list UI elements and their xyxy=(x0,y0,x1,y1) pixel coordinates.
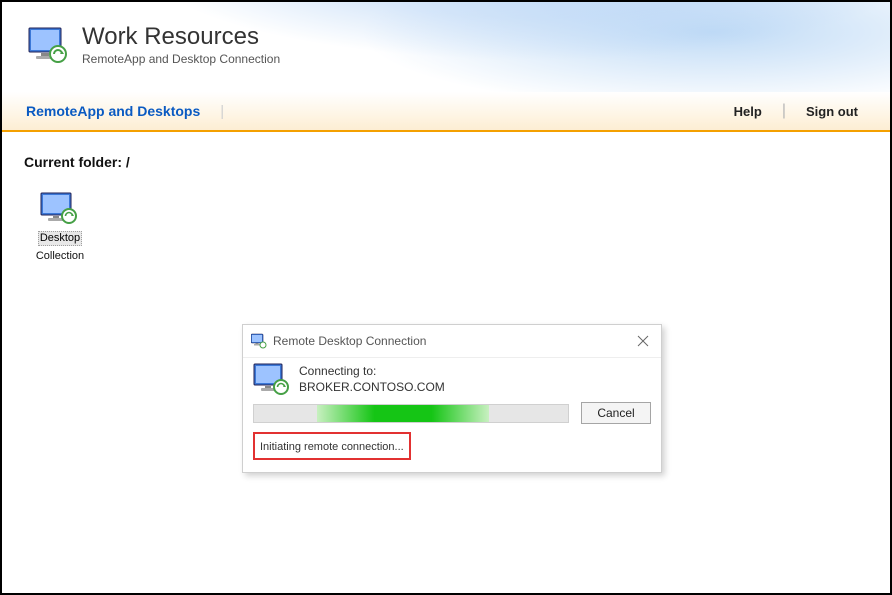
page-subtitle: RemoteApp and Desktop Connection xyxy=(82,52,280,66)
dialog-title: Remote Desktop Connection xyxy=(273,334,633,348)
cancel-button[interactable]: Cancel xyxy=(581,402,651,424)
close-icon[interactable] xyxy=(633,331,653,351)
window-frame: Work Resources RemoteApp and Desktop Con… xyxy=(0,0,892,595)
dialog-body: Connecting to: BROKER.CONTOSO.COM Cancel… xyxy=(243,357,661,472)
rdc-dialog: Remote Desktop Connection xyxy=(242,324,662,473)
nav-divider: | xyxy=(220,103,224,120)
rdc-small-icon xyxy=(251,333,267,349)
banner-titles: Work Resources RemoteApp and Desktop Con… xyxy=(82,24,280,66)
status-text: Initiating remote connection... xyxy=(260,441,404,453)
nav-right: Help | Sign out xyxy=(728,102,864,120)
progress-bar xyxy=(253,404,569,423)
banner-content: Work Resources RemoteApp and Desktop Con… xyxy=(2,2,890,66)
nav-bar: RemoteApp and Desktops | Help | Sign out xyxy=(2,92,890,132)
nav-left: RemoteApp and Desktops | xyxy=(20,103,728,120)
rdc-large-icon xyxy=(253,362,291,396)
connecting-to-target: BROKER.CONTOSO.COM xyxy=(299,380,651,396)
item-label-line1: Desktop xyxy=(38,231,82,246)
item-label-line2: Collection xyxy=(36,250,84,262)
header-banner: Work Resources RemoteApp and Desktop Con… xyxy=(2,2,890,92)
nav-divider: | xyxy=(782,102,786,120)
collection-item[interactable]: Desktop Collection xyxy=(24,192,96,264)
current-folder-label: Current folder: / xyxy=(24,154,868,170)
remoteapp-icon xyxy=(28,24,70,66)
desktop-collection-icon xyxy=(39,192,81,224)
nav-help[interactable]: Help xyxy=(728,104,768,119)
nav-signout[interactable]: Sign out xyxy=(800,104,864,119)
dialog-info: Connecting to: BROKER.CONTOSO.COM xyxy=(299,362,651,396)
status-highlight: Initiating remote connection... xyxy=(253,432,411,460)
page-title: Work Resources xyxy=(82,24,280,49)
main-area: Current folder: / Desktop Collection xyxy=(2,132,890,286)
dialog-titlebar[interactable]: Remote Desktop Connection xyxy=(243,325,661,357)
item-grid: Desktop Collection xyxy=(24,192,868,264)
nav-tab-remoteapp[interactable]: RemoteApp and Desktops xyxy=(20,103,206,119)
progress-fill xyxy=(317,405,490,422)
connecting-to-label: Connecting to: xyxy=(299,364,651,380)
